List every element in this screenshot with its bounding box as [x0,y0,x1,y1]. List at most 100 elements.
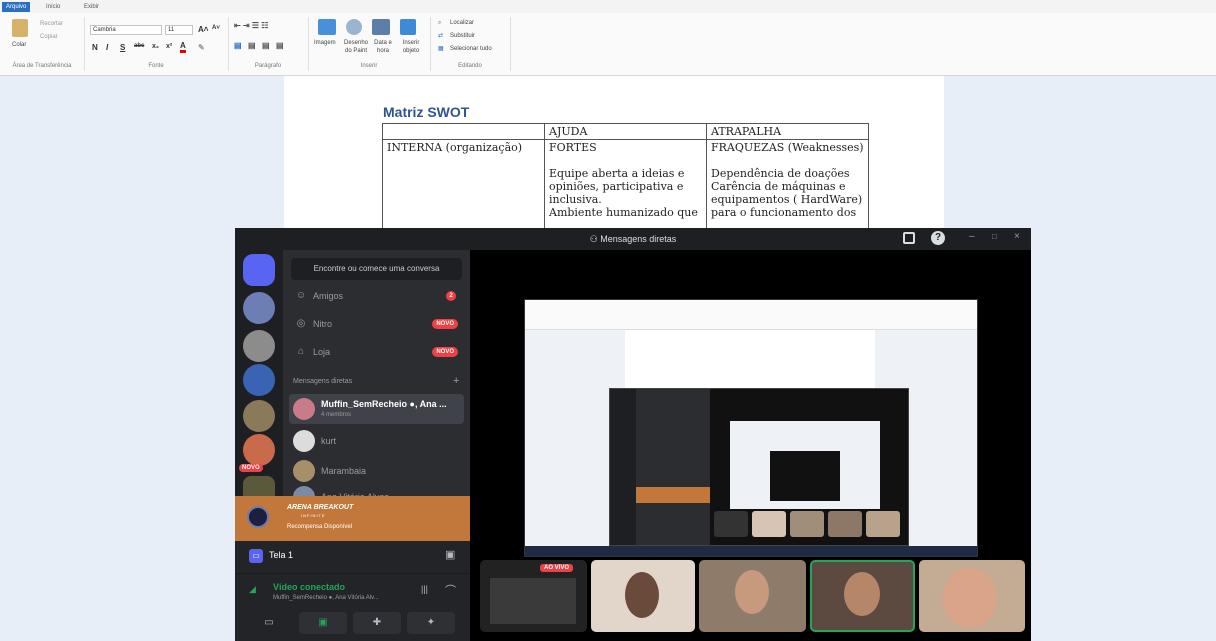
indent-icon[interactable]: ⇤ ⇥ ☰ ☷ [234,21,268,30]
participant-tile[interactable] [919,560,1025,632]
camera-button[interactable]: ▭ [245,612,293,634]
avatar [293,460,315,482]
search-input[interactable]: Encontre ou comece uma conversa [291,258,462,280]
paste-icon[interactable] [12,19,28,37]
screen-share-button[interactable]: ▣ [299,612,347,634]
noise-suppression-icon[interactable]: ||| [421,584,428,594]
find-button[interactable]: Localizar [450,19,474,27]
paste-button[interactable]: Colar [12,41,26,49]
shared-screen[interactable] [524,299,978,557]
align-right-icon[interactable]: ▤ [262,41,270,50]
group-divider [84,17,85,71]
server-icon[interactable] [243,292,275,324]
stop-share-icon[interactable]: ▣ [445,548,455,561]
promo-banner[interactable]: ARENA BREAKOUT INFINITE Recompensa Dispo… [235,496,470,541]
italic-icon[interactable]: I [106,43,108,52]
create-dm-icon[interactable]: + [453,375,459,387]
nav-item-amigos[interactable]: ☺ Amigos 2 [289,284,464,308]
table-header-atrapalha: ATRAPALHA [706,123,869,140]
nested-tile [714,511,748,537]
align-center-icon[interactable]: ▤ [248,41,256,50]
tab-exibir[interactable]: Exibir [80,2,103,12]
weaknesses-line: Dependência de doações [711,167,850,180]
inbox-icon[interactable] [903,232,915,244]
shrink-font-icon[interactable]: A˅ [212,25,220,31]
ribbon-tabs: Arquivo Início Exibir [0,0,1216,13]
participant-video [735,570,769,614]
nested-ribbon [525,300,977,330]
insert-image-button[interactable]: Imagem [314,39,336,47]
discord-title-text: Mensagens diretas [600,234,677,244]
insert-object-button[interactable]: Inserir objeto [399,39,423,55]
copy-button[interactable]: Copiar [40,33,58,41]
maximize-icon[interactable]: □ [992,232,997,241]
nested-promo [636,487,710,503]
weaknesses-cell: FRAQUEZAS (Weaknesses) Dependência de do… [706,139,869,230]
calendar-icon[interactable] [372,19,390,35]
group-divider [228,17,229,71]
font-name-select[interactable]: Cambria [90,25,162,35]
font-size-select[interactable]: 11 [165,25,193,35]
strike-icon[interactable]: abc [134,43,144,49]
find-icon[interactable]: ⌕ [438,19,441,27]
select-all-button[interactable]: Selecionar tudo [450,45,492,53]
participant-tile-speaking[interactable] [810,560,915,632]
participant-tile[interactable] [699,560,806,632]
soundboard-button[interactable]: ✦ [407,612,455,634]
participant-tile-stream[interactable]: AO VIVO [480,560,587,632]
grow-font-icon[interactable]: A˄ [198,25,208,34]
weaknesses-line: para o funcionamento dos [711,206,857,219]
screen-share-icon: ▣ [318,617,328,628]
dm-name: kurt [321,436,337,446]
justify-icon[interactable]: ▤ [276,41,284,50]
live-badge: AO VIVO [540,564,574,572]
novo-badge: NOVO [432,347,458,357]
server-icon[interactable] [243,330,275,362]
replace-icon[interactable]: ⇄ [438,32,443,40]
insert-datetime-button[interactable]: Data e hora [373,39,393,55]
server-icon[interactable] [243,364,275,396]
strengths-line: Ambiente humanizado que [549,206,698,219]
minimize-icon[interactable]: – [969,231,975,242]
paint-icon[interactable] [346,19,362,35]
underline-icon[interactable]: S [120,43,125,52]
activity-button[interactable]: ✚ [353,612,401,634]
participant-tile[interactable] [591,560,695,632]
nav-item-label: Amigos [313,291,344,301]
align-left-icon[interactable]: ▤ [234,41,242,50]
font-color-icon[interactable]: A [180,41,186,53]
subscript-icon[interactable]: x₂ [152,43,159,50]
nested-document [625,330,875,390]
discord-home-icon[interactable] [243,254,275,286]
select-all-icon[interactable]: ▦ [438,45,444,53]
tab-arquivo[interactable]: Arquivo [2,2,31,12]
object-icon[interactable] [400,19,416,35]
help-icon[interactable]: ? [931,231,945,245]
friends-icon: ☺ [295,290,307,301]
tab-inicio[interactable]: Início [42,2,64,12]
nav-item-nitro[interactable]: ◎ Nitro NOVO [289,312,464,336]
nav-item-loja[interactable]: ⌂ Loja NOVO [289,340,464,364]
close-icon[interactable]: × [1014,231,1020,242]
dm-name: Muffin_SemRecheio ●, Ana ... [321,399,447,409]
cut-button[interactable]: Recortar [40,20,63,28]
dm-item-kurt[interactable]: kurt [289,426,464,456]
replace-button[interactable]: Substituir [450,32,475,40]
soundboard-icon: ✦ [426,617,436,628]
discord-titlebar: ⚇ Mensagens diretas ? – □ × [235,228,1031,250]
promo-brand-subtitle: INFINITE [301,513,326,518]
server-icon[interactable] [243,434,275,466]
server-icon[interactable] [243,400,275,432]
row-label-interna: INTERNA (organização) [382,139,545,230]
insert-paint-button[interactable]: Desenho do Paint [343,39,369,55]
superscript-icon[interactable]: x² [166,43,172,50]
weaknesses-line: equipamentos ( HardWare) [711,193,863,206]
dm-item-group[interactable]: Muffin_SemRecheio ●, Ana ... 4 membros [289,394,464,424]
highlight-icon[interactable]: ✎ [198,43,205,52]
image-icon[interactable] [318,19,336,35]
disconnect-icon[interactable]: ⌒ [445,582,456,598]
ribbon: Colar Recortar Copiar Área de Transferên… [0,13,1216,76]
nested-sidebar [636,389,710,545]
bold-icon[interactable]: N [92,43,98,52]
weaknesses-title: FRAQUEZAS (Weaknesses) [711,141,864,154]
